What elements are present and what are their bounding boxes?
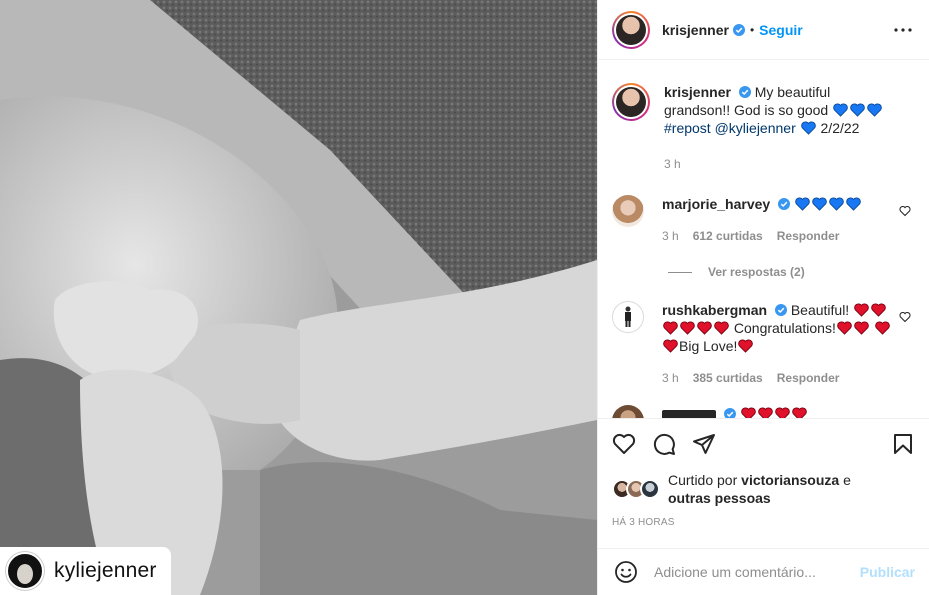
- caption-meta: 3 h: [664, 155, 896, 173]
- baby-hands-photo: [0, 0, 597, 595]
- emoji-icon[interactable]: [614, 560, 638, 584]
- red-heart-icon: [738, 339, 754, 353]
- like-comment-heart-icon[interactable]: [899, 311, 911, 323]
- post-photo[interactable]: kyliejenner: [0, 0, 597, 595]
- commenter-avatar[interactable]: [612, 405, 644, 418]
- comment-input[interactable]: [654, 564, 860, 580]
- comment-time[interactable]: 3 h: [662, 369, 679, 387]
- red-heart-icon: [871, 303, 886, 317]
- comment-meta: 3 h 612 curtidas Responder: [662, 227, 894, 245]
- red-heart-icon: [874, 321, 890, 335]
- view-replies-label: Ver respostas (2): [708, 265, 805, 279]
- mention-link[interactable]: @kyliejenner: [715, 120, 796, 136]
- red-heart-icon: [697, 321, 712, 335]
- liked-user-link[interactable]: victoriansouza: [741, 472, 839, 488]
- repost-username: kyliejenner: [54, 559, 157, 582]
- liked-prefix: Curtido por: [668, 472, 738, 488]
- red-heart-icon: [680, 321, 695, 335]
- post-time-ago[interactable]: HÁ 3 HORAS: [598, 517, 929, 528]
- bookmark-save-icon[interactable]: [891, 432, 915, 456]
- repost-username-tag[interactable]: kyliejenner: [0, 547, 171, 595]
- comment-username[interactable]: marjorie_harvey: [662, 196, 770, 212]
- like-heart-icon[interactable]: [612, 432, 636, 456]
- caption-author-avatar[interactable]: [612, 83, 650, 121]
- blue-heart-icon: [833, 103, 848, 117]
- kyliejenner-avatar: [6, 552, 44, 590]
- more-horizontal-icon[interactable]: [891, 18, 915, 42]
- comment-item-partial: [612, 405, 915, 418]
- caption-body: krisjenner My beautiful grandson!! God i…: [664, 83, 896, 173]
- comment-text-3: Big Love!: [679, 338, 738, 354]
- blue-heart-icon: [800, 121, 816, 135]
- blue-heart-icon: [812, 197, 827, 211]
- red-heart-icon: [663, 339, 678, 353]
- comment-username[interactable]: rushkabergman: [662, 302, 767, 318]
- comment-item: rushkabergman Beautiful! Congratulations…: [612, 301, 915, 387]
- commenter-avatar[interactable]: [612, 301, 644, 333]
- liked-others-link[interactable]: outras pessoas: [668, 490, 771, 506]
- reply-button[interactable]: Responder: [777, 369, 840, 387]
- hashtag-link[interactable]: #repost: [664, 120, 711, 136]
- add-comment-bar: Publicar: [598, 548, 929, 595]
- comment-likes[interactable]: 385 curtidas: [693, 369, 763, 387]
- red-heart-icon: [663, 321, 678, 335]
- verified-badge-icon: [723, 408, 736, 418]
- commenter-avatar[interactable]: [612, 195, 644, 227]
- red-heart-icon: [792, 407, 807, 418]
- red-heart-icon: [741, 407, 756, 418]
- reply-button[interactable]: Responder: [777, 227, 840, 245]
- verified-badge-icon: [774, 304, 787, 316]
- blue-heart-icon: [829, 197, 844, 211]
- caption: krisjenner My beautiful grandson!! God i…: [612, 83, 915, 173]
- caption-username[interactable]: krisjenner: [664, 84, 731, 100]
- comment-likes[interactable]: 612 curtidas: [693, 227, 763, 245]
- verified-badge-icon: [778, 198, 791, 210]
- author-avatar[interactable]: [612, 10, 650, 49]
- action-icons-row: [598, 419, 929, 469]
- comment-username-partial: [662, 410, 716, 418]
- comment-time[interactable]: 3 h: [662, 227, 679, 245]
- replies-line: [668, 271, 692, 273]
- comment-item: marjorie_harvey 3 h 612 curtidas Respond…: [612, 195, 915, 245]
- caption-date: 2/2/22: [820, 120, 860, 136]
- post-actions: Curtido por victoriansouza e outras pess…: [598, 418, 929, 548]
- red-heart-icon: [854, 303, 869, 317]
- liked-by-text: Curtido por victoriansouza e outras pess…: [668, 471, 851, 507]
- post-side-panel: krisjenner • Seguir krisjenner My beauti…: [597, 0, 929, 595]
- blue-heart-icon: [846, 197, 861, 211]
- red-heart-icon: [758, 407, 773, 418]
- comment-body: [662, 405, 894, 418]
- blue-heart-icon: [795, 197, 810, 211]
- red-heart-icon: [775, 407, 790, 418]
- comment-bubble-icon[interactable]: [652, 432, 676, 456]
- red-heart-icon: [837, 321, 852, 335]
- like-comment-heart-icon[interactable]: [899, 205, 911, 217]
- comment-text-2: Congratulations!: [733, 320, 836, 336]
- liked-by-row: Curtido por victoriansouza e outras pess…: [598, 471, 929, 507]
- view-replies-button[interactable]: Ver respostas (2): [668, 265, 915, 279]
- verified-badge-icon: [738, 86, 751, 98]
- author-username[interactable]: krisjenner: [662, 22, 729, 38]
- comment-body: marjorie_harvey 3 h 612 curtidas Respond…: [662, 195, 894, 245]
- red-heart-icon: [714, 321, 729, 335]
- post-header: krisjenner • Seguir: [598, 0, 929, 60]
- verified-badge-icon: [732, 23, 745, 36]
- publish-button[interactable]: Publicar: [860, 564, 915, 580]
- comment-body: rushkabergman Beautiful! Congratulations…: [662, 301, 894, 387]
- comment-text-1: Beautiful!: [790, 302, 850, 318]
- blue-heart-icon: [850, 103, 865, 117]
- follow-button[interactable]: Seguir: [759, 22, 803, 38]
- liker-avatars[interactable]: [612, 479, 660, 499]
- comments-scroll-area[interactable]: krisjenner My beautiful grandson!! God i…: [598, 61, 929, 418]
- separator-dot: •: [749, 22, 755, 37]
- blue-heart-icon: [867, 103, 882, 117]
- liked-and: e: [843, 472, 851, 488]
- share-send-icon[interactable]: [692, 432, 716, 456]
- red-heart-icon: [854, 321, 869, 335]
- comment-meta: 3 h 385 curtidas Responder: [662, 369, 894, 387]
- caption-time[interactable]: 3 h: [664, 155, 681, 173]
